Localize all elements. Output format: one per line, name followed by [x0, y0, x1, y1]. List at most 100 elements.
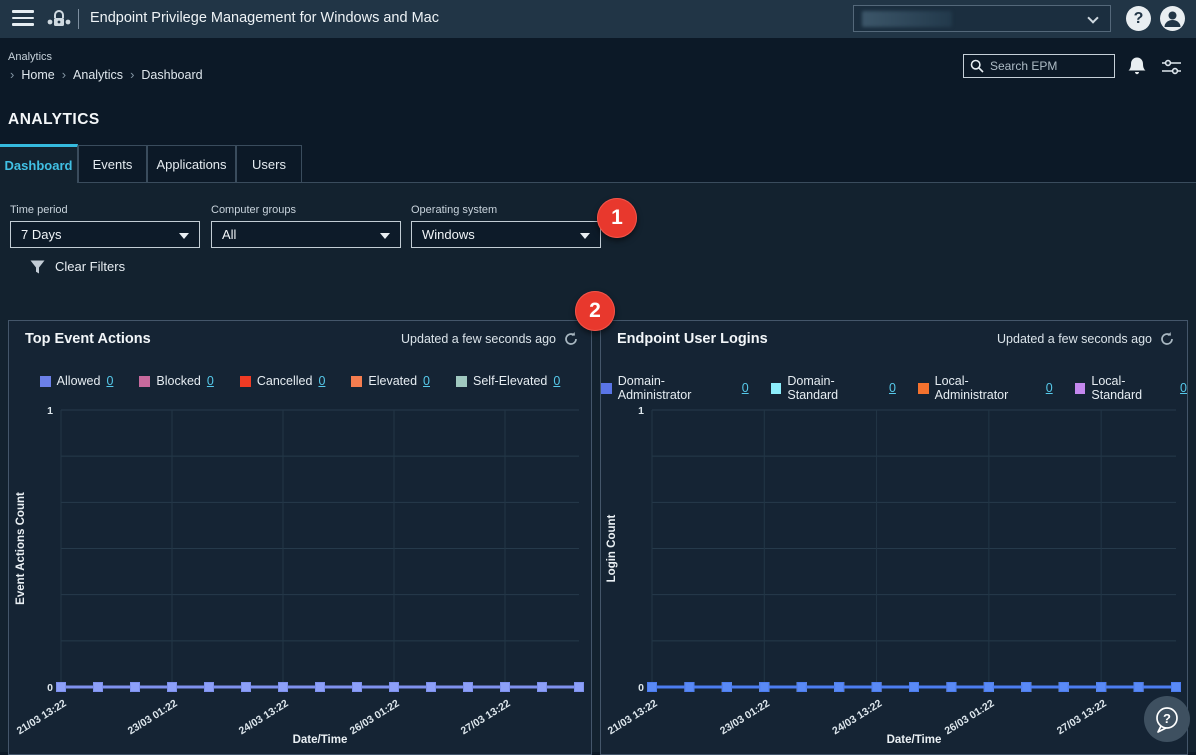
svg-text:24/03 13:22: 24/03 13:22	[830, 697, 884, 737]
legend-value-link[interactable]: 0	[106, 374, 113, 388]
svg-text:Date/Time: Date/Time	[293, 734, 348, 746]
divider	[78, 9, 79, 29]
legend-item-domain-standard: Domain-Standard 0	[770, 374, 896, 402]
computer-groups-value: All	[222, 227, 237, 242]
search-icon	[970, 59, 984, 78]
updated-text: Updated a few seconds ago	[997, 332, 1152, 346]
tab-applications[interactable]: Applications	[147, 145, 236, 182]
card-top-event-actions: Top Event Actions Updated a few seconds …	[8, 320, 592, 755]
breadcrumb: › Home › Analytics › Dashboard	[10, 67, 203, 82]
svg-text:0: 0	[638, 682, 644, 694]
svg-text:?: ?	[1163, 711, 1171, 726]
legend-swatch	[1074, 382, 1086, 394]
legend-item-elevated: Elevated 0	[351, 374, 430, 388]
caret-down-icon	[380, 233, 390, 239]
tenant-name-redacted	[862, 11, 952, 27]
chat-question-icon: ?	[1156, 707, 1178, 733]
legend-value-link[interactable]: 0	[742, 381, 749, 395]
computer-groups-select[interactable]: All	[211, 221, 401, 248]
svg-text:Date/Time: Date/Time	[887, 734, 942, 746]
svg-text:1: 1	[47, 405, 53, 417]
chevron-down-icon	[1087, 12, 1099, 24]
notifications-bell-icon[interactable]	[1127, 56, 1147, 82]
card-title: Top Event Actions	[25, 331, 151, 347]
legend-value-link[interactable]: 0	[1046, 381, 1053, 395]
tab-users[interactable]: Users	[236, 145, 302, 182]
legend-item-blocked: Blocked 0	[139, 374, 214, 388]
legend-value-link[interactable]: 0	[207, 374, 214, 388]
svg-text:26/03 01:22: 26/03 01:22	[348, 697, 402, 737]
svg-text:21/03 13:22: 21/03 13:22	[606, 697, 660, 737]
breadcrumb-analytics[interactable]: Analytics	[73, 68, 123, 82]
svg-text:24/03 13:22: 24/03 13:22	[237, 697, 291, 737]
legend-item-local-standard: Local-Standard 0	[1074, 374, 1187, 402]
breadcrumb-home[interactable]: Home	[21, 68, 54, 82]
time-period-select[interactable]: 7 Days	[10, 221, 200, 248]
legend-value-link[interactable]: 0	[423, 374, 430, 388]
top-app-bar: Endpoint Privilege Management for Window…	[0, 0, 1196, 38]
svg-text:0: 0	[47, 682, 53, 694]
legend: Allowed 0 Blocked 0 Cancelled 0 Elevated 0 S…	[9, 374, 591, 388]
svg-text:Event Actions Count: Event Actions Count	[15, 492, 27, 605]
operating-system-label: Operating system	[411, 204, 498, 216]
page-title: ANALYTICS	[8, 111, 100, 128]
epm-logo-icon	[46, 8, 72, 35]
legend-item-allowed: Allowed 0	[39, 374, 113, 388]
operating-system-select[interactable]: Windows	[411, 221, 601, 248]
clear-filters-label: Clear Filters	[55, 259, 126, 274]
svg-text:27/03 13:22: 27/03 13:22	[1055, 697, 1109, 737]
event-actions-line-chart: 1 0 21/03 13:22 23/03 01:22 24/03 13:22 26/03…	[15, 405, 584, 746]
search-box	[963, 54, 1115, 78]
legend-item-domain-administrator: Domain-Administrator 0	[601, 374, 749, 402]
breadcrumb-chevron-icon: ›	[61, 67, 67, 82]
legend-swatch	[917, 382, 929, 394]
time-period-value: 7 Days	[21, 227, 62, 242]
app-title: Endpoint Privilege Management for Window…	[90, 10, 439, 26]
svg-text:Login Count: Login Count	[606, 514, 618, 582]
legend: Domain-Administrator 0 Domain-Standard 0 L…	[601, 374, 1187, 402]
svg-text:21/03 13:22: 21/03 13:22	[15, 697, 69, 737]
filter-funnel-icon	[30, 260, 45, 273]
menu-icon[interactable]	[12, 10, 34, 27]
legend-item-self-elevated: Self-Elevated 0	[456, 374, 560, 388]
legend-swatch	[39, 375, 51, 387]
breadcrumb-chevron-icon: ›	[10, 67, 15, 82]
help-button[interactable]: ?	[1126, 6, 1151, 31]
settings-sliders-icon[interactable]	[1162, 59, 1181, 80]
caret-down-icon	[580, 233, 590, 239]
callout-badge-2: 2	[575, 291, 615, 331]
legend-swatch	[770, 382, 782, 394]
tab-events[interactable]: Events	[78, 145, 147, 182]
search-input[interactable]	[963, 54, 1115, 78]
callout-badge-1: 1	[597, 198, 637, 238]
clear-filters-button[interactable]: Clear Filters	[30, 259, 125, 274]
operating-system-value: Windows	[422, 227, 475, 242]
svg-text:26/03 01:22: 26/03 01:22	[943, 697, 997, 737]
time-period-label: Time period	[10, 204, 68, 216]
support-chat-button[interactable]: ?	[1144, 696, 1190, 742]
legend-swatch	[601, 382, 612, 394]
tab-dashboard[interactable]: Dashboard	[0, 144, 78, 183]
tenant-selector-dropdown[interactable]	[853, 5, 1111, 32]
svg-text:27/03 13:22: 27/03 13:22	[459, 697, 513, 737]
updated-text: Updated a few seconds ago	[401, 332, 556, 346]
legend-value-link[interactable]: 0	[1180, 381, 1187, 395]
legend-swatch	[239, 375, 251, 387]
refresh-icon[interactable]	[564, 332, 578, 346]
svg-text:1: 1	[638, 405, 644, 417]
breadcrumb-dashboard[interactable]: Dashboard	[141, 68, 202, 82]
legend-swatch	[456, 375, 467, 387]
svg-text:23/03 01:22: 23/03 01:22	[718, 697, 772, 737]
legend-value-link[interactable]: 0	[318, 374, 325, 388]
legend-value-link[interactable]: 0	[889, 381, 896, 395]
caret-down-icon	[179, 233, 189, 239]
section-label: Analytics	[8, 51, 53, 63]
avatar[interactable]	[1160, 6, 1185, 31]
card-title: Endpoint User Logins	[617, 331, 768, 347]
legend-item-cancelled: Cancelled 0	[239, 374, 325, 388]
refresh-icon[interactable]	[1160, 332, 1174, 346]
card-endpoint-user-logins: Endpoint User Logins Updated a few secon…	[600, 320, 1188, 755]
legend-swatch	[139, 375, 151, 387]
user-icon	[1164, 11, 1181, 27]
legend-value-link[interactable]: 0	[553, 374, 560, 388]
